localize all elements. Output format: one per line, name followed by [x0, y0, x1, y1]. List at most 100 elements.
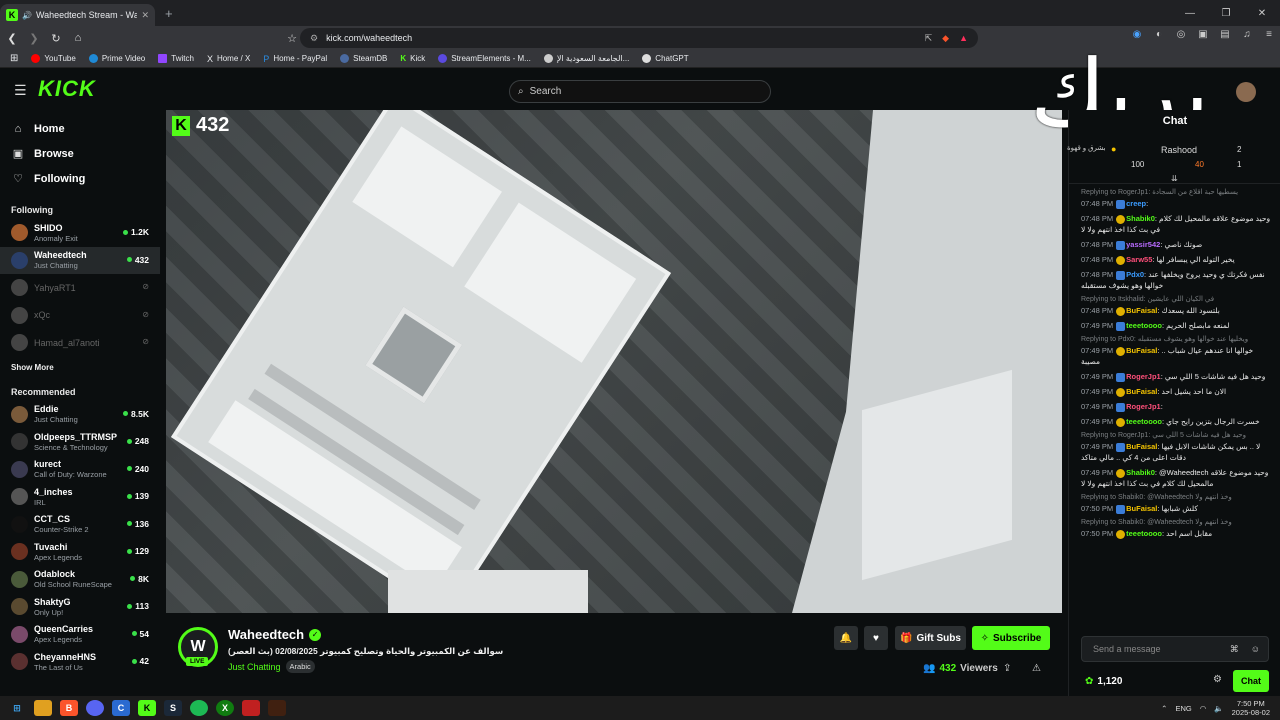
- chat-message[interactable]: 07:49 PM teeetoooo: خسرت الرجال بتزين راي…: [1081, 416, 1273, 427]
- share-icon[interactable]: ⇱: [925, 33, 933, 44]
- chat-input[interactable]: Send a message ⌘ ☺: [1081, 636, 1269, 662]
- channel-item[interactable]: SHIDO Anomaly Exit 1.2K: [0, 219, 160, 247]
- report-icon[interactable]: ⚠: [1032, 663, 1041, 674]
- channel-points[interactable]: ✿ 1,120: [1085, 676, 1122, 687]
- spotify-icon[interactable]: [190, 700, 208, 716]
- message-username[interactable]: teeetoooo: [1126, 417, 1162, 426]
- bookmark-chatgpt[interactable]: ChatGPT: [642, 54, 689, 63]
- message-username[interactable]: Sarw55: [1126, 255, 1152, 264]
- language-tag[interactable]: Arabic: [285, 660, 315, 673]
- discord-icon[interactable]: [86, 700, 104, 716]
- bookmark-kick[interactable]: K Kick: [400, 54, 425, 63]
- browser-tab[interactable]: K 🔊 Waheedtech Stream - Watch ... ✕: [0, 4, 155, 26]
- chat-message[interactable]: 07:48 PM Shabik0: وحيد موضوع علاقه مالمحي…: [1081, 213, 1273, 235]
- media-icon[interactable]: ♫: [1240, 29, 1254, 40]
- channel-item[interactable]: YahyaRT1 ⊘: [0, 274, 160, 302]
- home-button[interactable]: ⌂: [68, 32, 88, 44]
- start-icon[interactable]: ⊞: [8, 700, 26, 716]
- chat-message[interactable]: 07:49 PM BuFaisal: الان ما احد يشيل احد: [1081, 386, 1273, 397]
- emoji-icon[interactable]: ☺: [1251, 644, 1260, 655]
- chat-message[interactable]: 07:49 PM Shabik0: @Waheedtech وحيد موضوع …: [1081, 467, 1273, 489]
- subscribe-button[interactable]: ✧ Subscribe: [972, 626, 1050, 650]
- message-username[interactable]: BuFaisal: [1126, 306, 1157, 315]
- maximize-button[interactable]: ❐: [1208, 0, 1244, 26]
- user-avatar[interactable]: [1236, 82, 1256, 102]
- kick-app-icon[interactable]: K: [138, 700, 156, 716]
- kick-logo[interactable]: KICK: [38, 76, 96, 102]
- chat-message[interactable]: 07:49 PM RogerJp1:: [1081, 401, 1273, 412]
- search-input[interactable]: ⌕ Search: [509, 80, 771, 103]
- message-username[interactable]: BuFaisal: [1126, 442, 1157, 451]
- chat-message[interactable]: Replying to Shabik0: @Waheedtech وخذ انت…: [1081, 518, 1273, 539]
- bookmark-prime-video[interactable]: Prime Video: [88, 54, 145, 63]
- video-player[interactable]: K 432: [166, 110, 1062, 613]
- channel-item[interactable]: kurect Call of Duty: Warzone 240: [0, 456, 160, 484]
- apps-icon[interactable]: ⊞: [10, 53, 18, 64]
- app-icon[interactable]: [242, 700, 260, 716]
- channel-item[interactable]: CheyanneHNS The Last of Us 42: [0, 648, 160, 676]
- chat-send-button[interactable]: Chat: [1233, 670, 1269, 692]
- menu-icon[interactable]: ≡: [1262, 29, 1276, 40]
- message-username[interactable]: teeetoooo: [1126, 529, 1162, 538]
- follow-heart-button[interactable]: ♥: [864, 626, 888, 650]
- language-indicator[interactable]: ENG: [1175, 704, 1191, 713]
- channel-item[interactable]: Tuvachi Apex Legends 129: [0, 538, 160, 566]
- show-more-button[interactable]: Show More: [0, 363, 160, 377]
- brave-rewards-icon[interactable]: ▲: [959, 33, 968, 44]
- back-button[interactable]: ❮: [2, 32, 22, 45]
- close-window-button[interactable]: ✕: [1244, 0, 1280, 26]
- message-username[interactable]: RogerJp1: [1126, 372, 1161, 381]
- nav-following[interactable]: ♡ Following: [0, 166, 160, 191]
- chat-message[interactable]: 07:48 PM Pdx0: نفس فكرتك ي وحيد يروح ويخل…: [1081, 269, 1273, 291]
- bookmark-steamdb[interactable]: SteamDB: [340, 54, 387, 63]
- expand-icon[interactable]: ⇊: [1171, 174, 1178, 183]
- bookmark-streamelements[interactable]: StreamElements - M...: [438, 54, 531, 63]
- new-tab-button[interactable]: +: [165, 6, 173, 21]
- extension-icon[interactable]: ◐: [1152, 29, 1166, 40]
- message-username[interactable]: BuFaisal: [1126, 504, 1157, 513]
- hamburger-menu-icon[interactable]: ☰: [14, 82, 27, 99]
- channel-item[interactable]: 4_inches IRL 139: [0, 483, 160, 511]
- chat-message[interactable]: 07:49 PM RogerJp1: وحيد هل فيه شاشات 5 ال…: [1081, 371, 1273, 382]
- commands-icon[interactable]: ⌘: [1230, 644, 1239, 655]
- message-username[interactable]: BuFaisal: [1126, 346, 1157, 355]
- notification-bell-button[interactable]: 🔔: [834, 626, 858, 650]
- close-tab-icon[interactable]: ✕: [141, 10, 149, 21]
- nav-home[interactable]: ⌂ Home: [0, 116, 160, 141]
- message-username[interactable]: creep: [1126, 199, 1146, 208]
- xbox-icon[interactable]: X: [216, 700, 234, 716]
- channel-item[interactable]: ShaktyG Only Up! 113: [0, 593, 160, 621]
- chat-message[interactable]: 07:48 PM yassir542: صوتك ناصي: [1081, 239, 1273, 250]
- streamer-name[interactable]: Waheedtech ✓: [228, 627, 322, 642]
- brave-shield-icon[interactable]: ◆: [942, 33, 949, 44]
- tray-expand-icon[interactable]: ⌃: [1161, 704, 1167, 713]
- channel-item[interactable]: Oldpeeps_TTRMSP Science & Technology 248: [0, 428, 160, 456]
- share-icon[interactable]: ⇪: [1003, 663, 1011, 674]
- file-explorer-icon[interactable]: [34, 700, 52, 716]
- channel-item[interactable]: Waheedtech Just Chatting 432: [0, 246, 160, 274]
- bookmark-twitch[interactable]: Twitch: [158, 54, 194, 63]
- clock[interactable]: 7:50 PM 2025-08-02: [1232, 699, 1270, 717]
- game-icon[interactable]: [268, 700, 286, 716]
- minimize-button[interactable]: —: [1172, 0, 1208, 26]
- chat-settings-icon[interactable]: ⚙: [1213, 674, 1222, 685]
- chat-message[interactable]: 07:49 PM teeetoooo: لمنعه مابصلح الحريم: [1081, 320, 1273, 331]
- extension-icon[interactable]: ◉: [1130, 29, 1144, 40]
- stream-category-link[interactable]: Just Chatting: [228, 662, 281, 672]
- channel-item[interactable]: QueenCarries Apex Legends 54: [0, 621, 160, 649]
- gift-subs-button[interactable]: 🎁 Gift Subs: [895, 626, 966, 650]
- channel-item[interactable]: CCT_CS Counter-Strike 2 136: [0, 511, 160, 539]
- channel-item[interactable]: Hamad_al7anoti ⊘: [0, 329, 160, 357]
- steam-icon[interactable]: S: [164, 700, 182, 716]
- chat-message[interactable]: Replying to RogerJp1: يسطيها حبة اقلاع م…: [1081, 188, 1273, 209]
- site-info-icon[interactable]: ⚙: [310, 33, 318, 44]
- message-username[interactable]: teeetoooo: [1126, 321, 1162, 330]
- message-username[interactable]: RogerJp1: [1126, 402, 1161, 411]
- bookmark-paypal[interactable]: P Home - PayPal: [263, 54, 327, 64]
- extension-icon[interactable]: ◎: [1174, 29, 1188, 40]
- chat-message[interactable]: 07:48 PM Sarw55: يخير التوله الي يبسافر ل…: [1081, 254, 1273, 265]
- chat-message[interactable]: Replying to Shabik0: @Waheedtech وخذ انت…: [1081, 493, 1273, 514]
- sidebar-icon[interactable]: ▤: [1218, 29, 1232, 40]
- reload-button[interactable]: ↻: [46, 32, 66, 45]
- message-username[interactable]: BuFaisal: [1126, 387, 1157, 396]
